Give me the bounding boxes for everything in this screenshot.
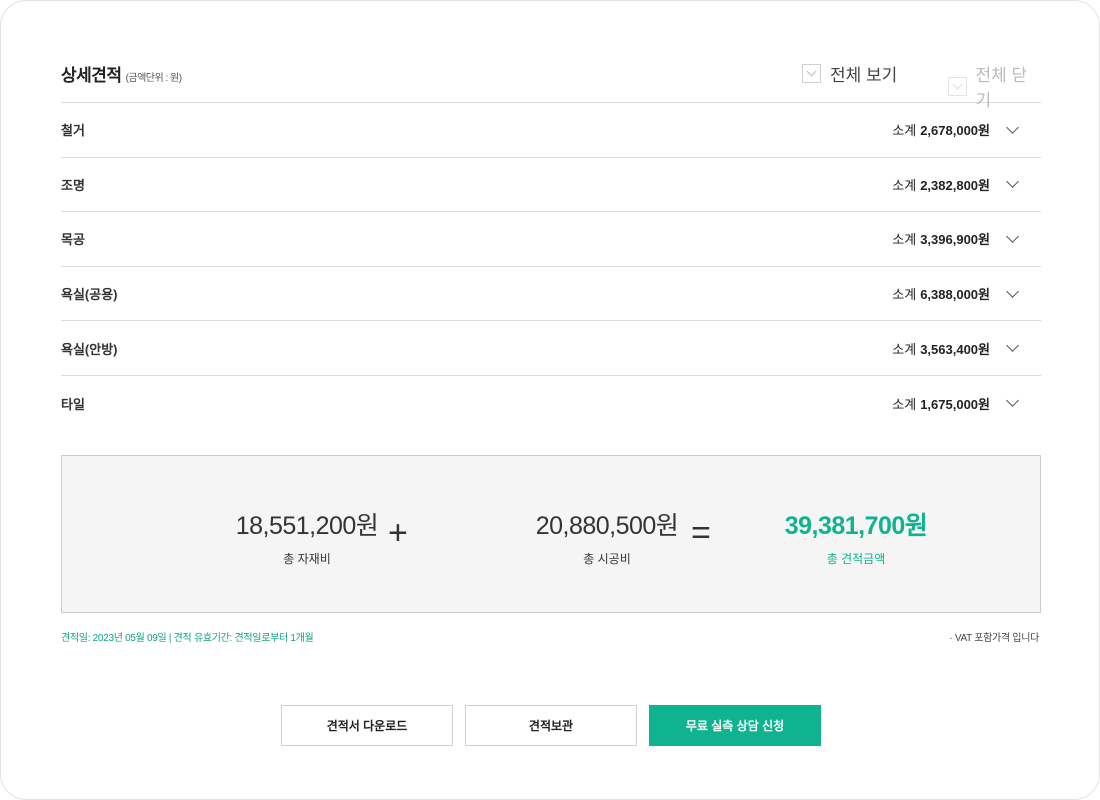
category-row[interactable]: 철거 소계 2,678,000원: [61, 103, 1041, 158]
subtotal-amount: 3,396,900원: [920, 232, 990, 248]
category-row[interactable]: 목공 소계 3,396,900원: [61, 212, 1041, 267]
subtotal-label: 소계: [892, 396, 917, 412]
chevron-down-icon[interactable]: [1006, 230, 1019, 243]
chevron-down-icon[interactable]: [1006, 339, 1019, 353]
category-name: 목공: [61, 232, 85, 248]
expand-all-label: 전체 보기: [830, 66, 898, 85]
subtotal-amount: 3,563,400원: [920, 341, 990, 357]
estimate-date-info: 견적일: 2023년 05월 09일 | 견적 유효기간: 견적일로부터 1개월: [61, 633, 314, 644]
subtotal-label: 소계: [892, 232, 917, 248]
category-name: 조명: [61, 177, 85, 193]
save-estimate-button[interactable]: 견적보관: [465, 705, 637, 746]
subtotal: 소계 6,388,000원: [892, 284, 1041, 303]
labor-label: 총 시공비: [583, 552, 631, 566]
title-text: 상세견적: [61, 66, 122, 85]
labor-value: 20,880,500원: [535, 512, 679, 540]
grand-total: 39,381,700원 총 견적금액: [756, 506, 956, 567]
category-list: 철거 소계 2,678,000원 조명 소계 2,382,800원 목공 소계 …: [61, 103, 1041, 431]
expand-all-toggle[interactable]: 전체 보기: [802, 61, 897, 86]
subtotal-label: 소계: [892, 341, 917, 357]
estimate-card: 상세견적 (금액단위 : 원) 전체 보기 전체 닫기 철거 소계 2,678,0…: [0, 0, 1100, 800]
vat-note: · VAT 포함가격 입니다: [949, 633, 1039, 644]
category-name: 타일: [61, 396, 85, 412]
page-title: 상세견적 (금액단위 : 원): [61, 61, 182, 86]
subtotal-label: 소계: [892, 287, 917, 303]
grand-total-value: 39,381,700원: [784, 512, 928, 540]
materials-total: 18,551,200원 총 자재비: [207, 506, 407, 567]
subtotal-amount: 2,382,800원: [920, 177, 990, 193]
category-name: 철거: [61, 123, 85, 139]
checkbox-icon: [802, 64, 821, 83]
chevron-down-icon[interactable]: [1006, 284, 1019, 298]
subtotal: 소계 2,678,000원: [892, 120, 1041, 139]
total-summary-box: 18,551,200원 총 자재비 + 20,880,500원 총 시공비 = …: [61, 455, 1041, 613]
subtotal-label: 소계: [892, 177, 917, 193]
category-row[interactable]: 욕실(공용) 소계 6,388,000원: [61, 267, 1041, 322]
unit-note: (금액단위 : 원): [125, 73, 183, 84]
category-row[interactable]: 조명 소계 2,382,800원: [61, 158, 1041, 213]
subtotal-amount: 6,388,000원: [920, 287, 990, 303]
plus-icon: +: [388, 514, 408, 552]
download-estimate-button[interactable]: 견적서 다운로드: [281, 705, 453, 746]
category-name: 욕실(공용): [61, 287, 118, 303]
free-consultation-button[interactable]: 무료 실측 상담 신청: [649, 705, 821, 746]
materials-label: 총 자재비: [283, 552, 331, 566]
subtotal: 소계 3,396,900원: [892, 229, 1041, 248]
checkbox-icon: [948, 76, 967, 96]
subtotal-amount: 1,675,000원: [920, 396, 990, 412]
subtotal: 소계 3,563,400원: [892, 339, 1041, 358]
estimate-header: 상세견적 (금액단위 : 원) 전체 보기 전체 닫기: [61, 59, 1041, 110]
chevron-down-icon[interactable]: [1006, 394, 1019, 408]
category-name: 욕실(안방): [61, 341, 118, 357]
chevron-down-icon[interactable]: [1006, 120, 1019, 134]
materials-value: 18,551,200원: [235, 512, 379, 540]
equals-icon: =: [691, 514, 711, 552]
subtotal-amount: 2,678,000원: [920, 123, 990, 139]
subtotal-label: 소계: [892, 123, 917, 139]
subtotal: 소계 1,675,000원: [892, 394, 1041, 413]
labor-total: 20,880,500원 총 시공비: [507, 506, 707, 567]
grand-total-label: 총 견적금액: [826, 552, 886, 566]
category-row[interactable]: 타일 소계 1,675,000원: [61, 376, 1041, 431]
chevron-down-icon[interactable]: [1006, 175, 1019, 189]
category-row[interactable]: 욕실(안방) 소계 3,563,400원: [61, 321, 1041, 376]
subtotal: 소계 2,382,800원: [892, 175, 1041, 194]
